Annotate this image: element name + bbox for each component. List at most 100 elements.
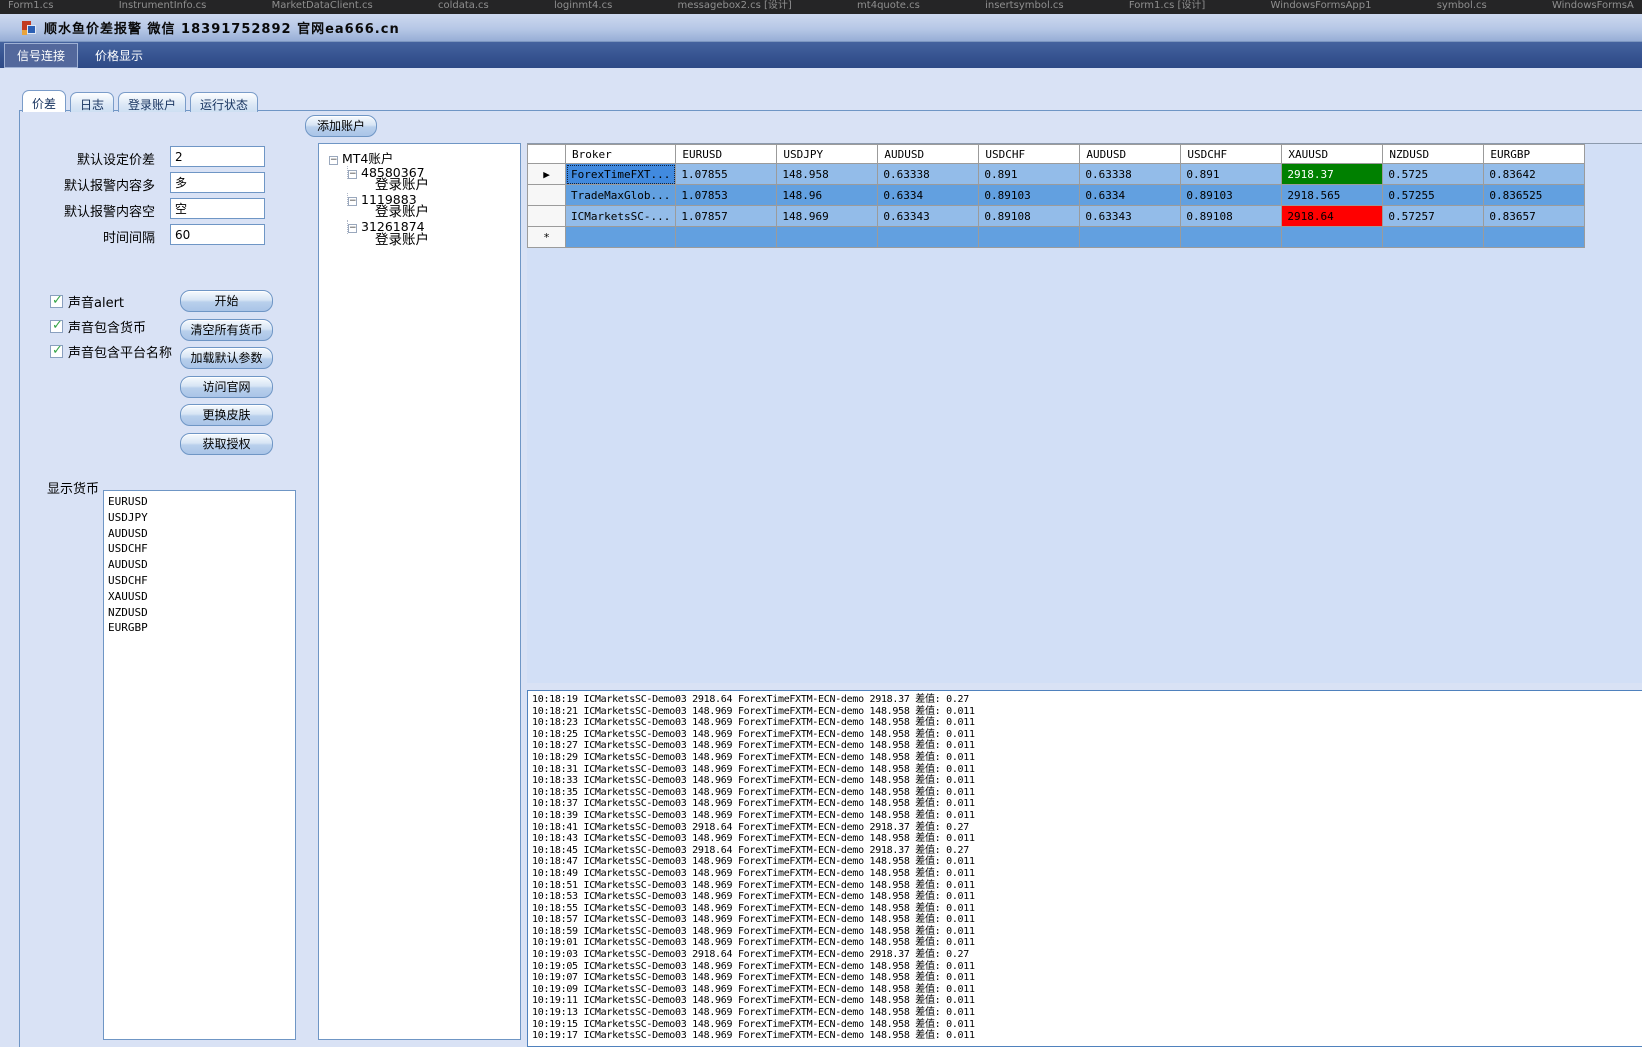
currency-list-item[interactable]: NZDUSD (108, 605, 291, 621)
currency-list-item[interactable]: EURUSD (108, 494, 291, 510)
grid-cell-empty[interactable] (979, 227, 1080, 248)
collapse-icon[interactable]: − (348, 170, 357, 179)
checkbox-icon[interactable]: ✓ (50, 295, 63, 308)
tab-1[interactable]: 日志 (70, 92, 114, 112)
grid-column-header[interactable]: NZDUSD (1383, 145, 1484, 164)
grid-cell[interactable]: 148.958 (777, 164, 878, 185)
grid-cell-empty[interactable] (878, 227, 979, 248)
collapse-icon[interactable]: − (348, 224, 357, 233)
setting-field-input[interactable] (170, 146, 265, 167)
grid-cell[interactable]: 0.891 (979, 164, 1080, 185)
tree-node-root[interactable]: −MT4账户 (329, 152, 520, 166)
grid-column-header[interactable]: USDJPY (777, 145, 878, 164)
grid-column-header[interactable]: Broker (566, 145, 676, 164)
tab-3[interactable]: 运行状态 (190, 92, 258, 112)
start-button[interactable]: 开始 (180, 290, 273, 312)
grid-cell-empty[interactable] (1282, 227, 1383, 248)
tree-node-account[interactable]: −1119883 (347, 193, 520, 207)
tree-node-login[interactable]: 登录账户 (375, 179, 520, 193)
grid-cell-empty[interactable] (566, 227, 676, 248)
grid-cell[interactable]: 148.96 (777, 185, 878, 206)
grid-cell[interactable]: 0.89103 (979, 185, 1080, 206)
grid-cell[interactable]: 0.836525 (1484, 185, 1585, 206)
grid-column-header[interactable]: AUDUSD (878, 145, 979, 164)
clear-all-currencies-button[interactable]: 清空所有货币 (180, 319, 273, 341)
grid-column-header[interactable]: EURUSD (676, 145, 777, 164)
tab-2[interactable]: 登录账户 (118, 92, 186, 112)
currency-list-item[interactable]: EURGBP (108, 620, 291, 636)
menu-item-signal-connect[interactable]: 信号连接 (4, 43, 78, 68)
grid-cell[interactable]: 0.83642 (1484, 164, 1585, 185)
tree-node-login[interactable]: 登录账户 (375, 206, 520, 220)
grid-cell[interactable]: 0.57257 (1383, 206, 1484, 227)
sound-checkbox-row[interactable]: ✓声音包含平台名称 (50, 343, 172, 359)
grid-cell[interactable]: 0.6334 (878, 185, 979, 206)
grid-cell-empty[interactable] (1080, 227, 1181, 248)
grid-cell-empty[interactable] (676, 227, 777, 248)
grid-cell[interactable]: 2918.37 (1282, 164, 1383, 185)
grid-cell[interactable]: 1.07853 (676, 185, 777, 206)
grid-cell[interactable]: 0.5725 (1383, 164, 1484, 185)
grid-cell[interactable]: 1.07857 (676, 206, 777, 227)
grid-cell[interactable]: 0.63343 (1080, 206, 1181, 227)
grid-column-header[interactable]: AUDUSD (1080, 145, 1181, 164)
grid-cell[interactable]: ICMarketsSC-... (566, 206, 676, 227)
grid-cell[interactable]: 0.63343 (878, 206, 979, 227)
grid-cell[interactable]: 0.6334 (1080, 185, 1181, 206)
setting-field-input[interactable] (170, 172, 265, 193)
checkbox-icon[interactable]: ✓ (50, 345, 63, 358)
grid-cell[interactable]: 0.83657 (1484, 206, 1585, 227)
grid-cell[interactable]: 2918.565 (1282, 185, 1383, 206)
tree-node-account[interactable]: −31261874 (347, 220, 520, 234)
grid-column-header[interactable]: USDCHF (979, 145, 1080, 164)
grid-row-header[interactable] (528, 206, 566, 227)
grid-cell[interactable]: ForexTimeFXT... (566, 164, 676, 185)
visit-website-button[interactable]: 访问官网 (180, 376, 273, 398)
menu-item-price-display[interactable]: 价格显示 (82, 43, 156, 68)
grid-cell-empty[interactable] (777, 227, 878, 248)
grid-new-row-header[interactable]: * (528, 227, 566, 248)
currency-list-item[interactable]: XAUUSD (108, 589, 291, 605)
tree-node-login[interactable]: 登录账户 (375, 234, 520, 248)
grid-cell-empty[interactable] (1383, 227, 1484, 248)
grid-cell[interactable]: TradeMaxGlob... (566, 185, 676, 206)
currency-list-item[interactable]: AUDUSD (108, 557, 291, 573)
tab-0[interactable]: 价差 (22, 90, 66, 112)
collapse-icon[interactable]: − (329, 156, 338, 165)
grid-column-header[interactable]: XAUUSD (1282, 145, 1383, 164)
collapse-icon[interactable]: − (348, 197, 357, 206)
sound-checkbox-row[interactable]: ✓声音alert (50, 293, 124, 309)
grid-column-header[interactable]: USDCHF (1181, 145, 1282, 164)
currency-list-item[interactable]: AUDUSD (108, 526, 291, 542)
setting-field-input[interactable] (170, 198, 265, 219)
get-authorization-button[interactable]: 获取授权 (180, 433, 273, 455)
grid-cell[interactable]: 0.63338 (1080, 164, 1181, 185)
checkbox-icon[interactable]: ✓ (50, 320, 63, 333)
log-textbox[interactable]: 10:18:19 ICMarketsSC-Demo03 2918.64 Fore… (527, 690, 1642, 1047)
load-default-params-button[interactable]: 加载默认参数 (180, 347, 273, 369)
price-grid[interactable]: BrokerEURUSDUSDJPYAUDUSDUSDCHFAUDUSDUSDC… (527, 143, 1642, 683)
currency-listbox[interactable]: EURUSDUSDJPYAUDUSDUSDCHFAUDUSDUSDCHFXAUU… (103, 490, 296, 1040)
add-account-button[interactable]: 添加账户 (305, 115, 377, 137)
grid-cell[interactable]: 0.891 (1181, 164, 1282, 185)
tree-node-account[interactable]: −48580367 (347, 166, 520, 180)
grid-cell[interactable]: 0.89103 (1181, 185, 1282, 206)
grid-cell[interactable]: 0.63338 (878, 164, 979, 185)
sound-checkbox-row[interactable]: ✓声音包含货币 (50, 318, 146, 334)
grid-column-header[interactable]: EURGBP (1484, 145, 1585, 164)
grid-cell[interactable]: 0.89108 (1181, 206, 1282, 227)
account-tree[interactable]: −MT4账户−48580367登录账户−1119883登录账户−31261874… (318, 143, 521, 1040)
setting-field-input[interactable] (170, 224, 265, 245)
change-skin-button[interactable]: 更换皮肤 (180, 404, 273, 426)
grid-cell-empty[interactable] (1181, 227, 1282, 248)
currency-list-item[interactable]: USDCHF (108, 573, 291, 589)
grid-cell[interactable]: 2918.64 (1282, 206, 1383, 227)
grid-row-header[interactable]: ▶ (528, 164, 566, 185)
grid-cell[interactable]: 0.89108 (979, 206, 1080, 227)
grid-cell[interactable]: 148.969 (777, 206, 878, 227)
currency-list-item[interactable]: USDCHF (108, 541, 291, 557)
grid-cell-empty[interactable] (1484, 227, 1585, 248)
grid-cell[interactable]: 1.07855 (676, 164, 777, 185)
currency-list-item[interactable]: USDJPY (108, 510, 291, 526)
grid-row-header[interactable] (528, 185, 566, 206)
